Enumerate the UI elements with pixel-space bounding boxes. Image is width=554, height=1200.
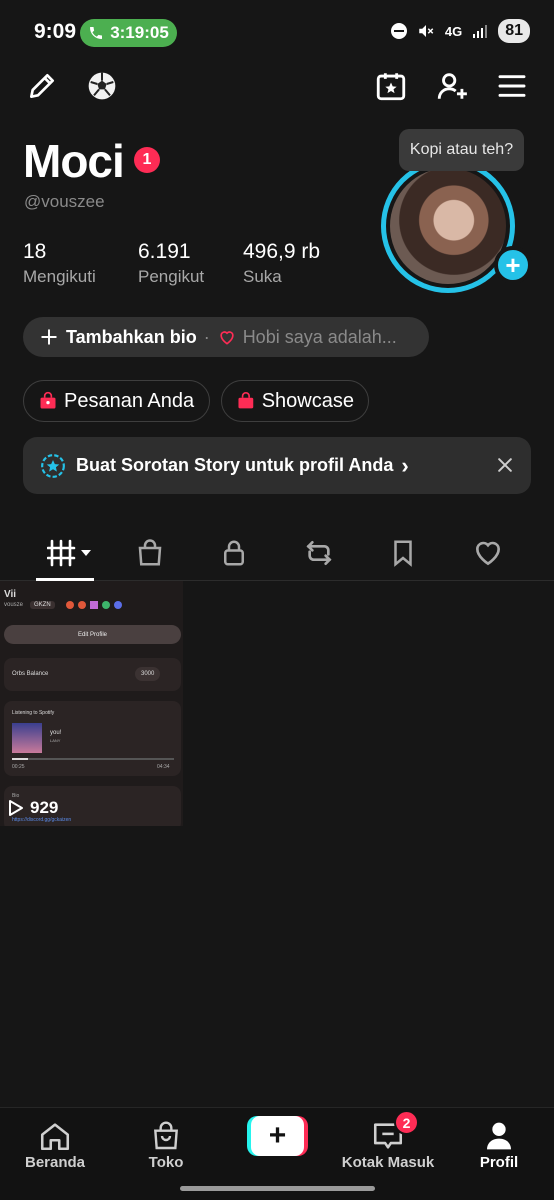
album-art — [12, 723, 42, 753]
nav-inbox-label: Kotak Masuk — [341, 1154, 435, 1171]
badge-icon — [90, 601, 98, 609]
nav-profile-label: Profil — [479, 1154, 519, 1171]
story-star-icon — [41, 453, 65, 478]
stat-label: Mengikuti — [23, 267, 96, 286]
thumb-name: Vii — [4, 589, 17, 600]
status-icons: 4G 81 — [390, 19, 530, 43]
plus-icon: + — [251, 1116, 304, 1156]
inbox-badge: 2 — [394, 1110, 419, 1135]
banner-text: Buat Sorotan Story untuk profil Anda — [76, 455, 394, 475]
view-count: 929 — [8, 798, 58, 818]
signal-icon — [473, 25, 488, 38]
stat-value: 6.191 — [138, 240, 191, 263]
ongoing-call-pill[interactable]: 3:19:05 — [80, 19, 177, 47]
nav-shop[interactable]: Toko — [116, 1118, 216, 1171]
showcase-label: Showcase — [261, 389, 354, 412]
shopping-bag-icon — [40, 391, 56, 409]
plus-icon — [41, 329, 57, 345]
nav-profile[interactable]: Profil — [449, 1118, 549, 1171]
thumb-artist: LANY — [50, 738, 61, 743]
bookmark-icon[interactable] — [383, 533, 423, 573]
story-highlight-banner[interactable]: Buat Sorotan Story untuk profil Anda › — [23, 437, 531, 494]
shopping-bag-icon — [238, 392, 254, 409]
thumb-orbs-value: 3000 — [135, 667, 161, 681]
nav-inbox[interactable]: Kotak Masuk — [338, 1118, 438, 1171]
videos-grid-icon[interactable] — [46, 533, 94, 573]
thumb-time-start: 00:25 — [12, 764, 25, 770]
add-bio-pill[interactable]: Tambahkan bio · Hobi saya adalah... — [23, 317, 429, 357]
thumb-progress-fill — [12, 758, 28, 760]
create-button[interactable]: + — [247, 1116, 308, 1156]
showcase-chip[interactable]: Showcase — [221, 380, 369, 422]
stat-value: 18 — [23, 240, 47, 263]
home-icon — [40, 1123, 70, 1151]
thumb-orbs-card: Orbs Balance 3000 — [4, 658, 181, 691]
orders-chip[interactable]: Pesanan Anda — [23, 380, 210, 422]
add-bio-label: Tambahkan bio — [66, 326, 197, 347]
thumb-user: vousze — [4, 602, 24, 608]
hobby-placeholder: Hobi saya adalah... — [242, 326, 397, 347]
edit-pencil-icon[interactable] — [24, 68, 60, 104]
add-friend-icon[interactable] — [434, 68, 470, 104]
stat-value: 496,9 rb — [243, 240, 321, 263]
heart-icon[interactable] — [468, 533, 508, 573]
avatar-photo — [390, 168, 506, 284]
thumb-progress-track — [12, 758, 174, 760]
chevron-right-icon: › — [401, 452, 409, 478]
badge-icon — [102, 601, 110, 609]
thumb-spotify-card: Listening to Spotify you! LANY 00:25 04:… — [4, 701, 181, 776]
home-indicator[interactable] — [180, 1186, 375, 1191]
battery-indicator: 81 — [498, 19, 530, 43]
soccer-ball-icon[interactable] — [84, 68, 120, 104]
thumb-time-end: 04:34 — [157, 764, 170, 770]
network-type: 4G — [444, 23, 463, 39]
video-thumbnail[interactable]: Vii vousze GKZN Edit Profile Orbs Balanc… — [0, 581, 183, 826]
thumb-song: you! — [50, 730, 62, 736]
close-banner-icon[interactable] — [492, 452, 518, 478]
repost-icon[interactable] — [299, 533, 339, 573]
thumb-edit-profile: Edit Profile — [4, 625, 181, 644]
badge-icon — [78, 601, 86, 609]
shop-icon — [154, 1121, 178, 1150]
thumb-badges — [66, 601, 122, 609]
stat-label: Pengikut — [138, 267, 205, 286]
thumb-orbs-label: Orbs Balance — [12, 671, 49, 677]
phone-icon — [90, 27, 103, 39]
play-icon — [9, 800, 23, 816]
nav-home[interactable]: Beranda — [5, 1118, 105, 1171]
nav-shop-label: Toko — [148, 1154, 184, 1171]
stat-followers[interactable]: 6.191 Pengikut — [138, 240, 204, 287]
profile-handle: @vouszee — [24, 192, 105, 211]
notification-badge[interactable]: 1 — [134, 147, 160, 173]
profile-tabs — [0, 525, 554, 581]
view-count-value: 929 — [30, 798, 59, 817]
add-story-button[interactable]: + — [494, 246, 532, 284]
heart-icon — [220, 331, 234, 345]
profile-name: Moci — [23, 135, 125, 187]
shop-bag-icon[interactable] — [130, 533, 170, 573]
avatar-note-bubble[interactable]: Kopi atau teh? — [399, 129, 524, 171]
nav-home-label: Beranda — [24, 1154, 86, 1171]
thumb-tag: GKZN — [30, 601, 55, 609]
mute-icon — [419, 25, 434, 37]
status-time: 9:09 — [34, 20, 77, 43]
calendar-star-icon[interactable] — [373, 68, 409, 104]
profile-icon — [487, 1122, 511, 1150]
thumb-edit-profile-label: Edit Profile — [77, 631, 107, 638]
thumb-spotify-label: Listening to Spotify — [12, 710, 55, 716]
menu-icon[interactable] — [494, 68, 530, 104]
lock-icon[interactable] — [214, 533, 254, 573]
badge-icon — [114, 601, 122, 609]
stat-label: Suka — [243, 267, 282, 286]
orders-label: Pesanan Anda — [64, 389, 195, 412]
badge-icon — [66, 601, 74, 609]
call-timer: 3:19:05 — [110, 23, 169, 42]
stat-following[interactable]: 18 Mengikuti — [23, 240, 96, 287]
do-not-disturb-icon — [390, 23, 407, 39]
stat-likes[interactable]: 496,9 rb Suka — [243, 240, 320, 287]
bio-separator: · — [203, 326, 210, 347]
